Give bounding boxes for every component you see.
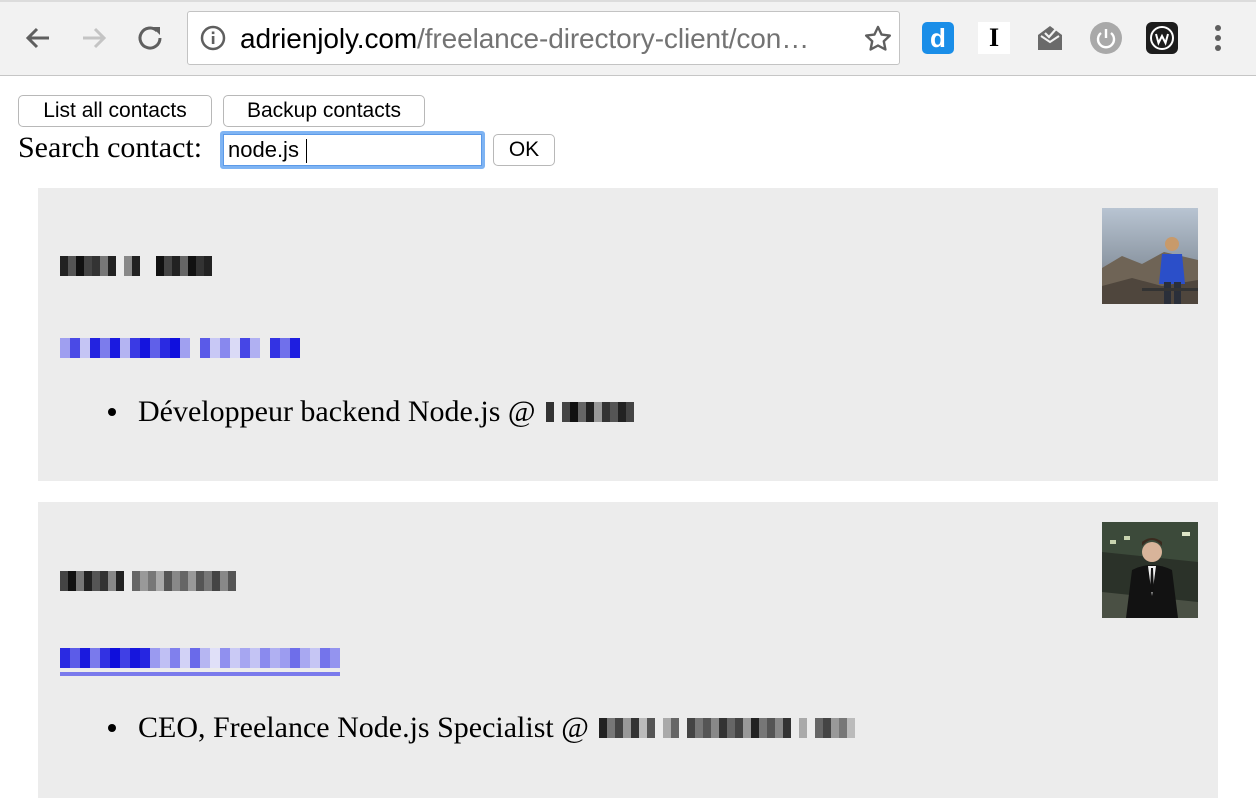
- ok-button[interactable]: OK: [493, 134, 555, 166]
- menu-dot: [1215, 25, 1221, 31]
- menu-dot: [1215, 35, 1221, 41]
- forward-button[interactable]: [76, 20, 112, 56]
- reload-button[interactable]: [132, 20, 168, 56]
- email-underline: [60, 672, 340, 676]
- power-extension-icon[interactable]: [1090, 22, 1122, 54]
- list-all-contacts-button[interactable]: List all contacts: [18, 95, 212, 127]
- reload-icon: [138, 26, 162, 50]
- extension-i-letter: I: [988, 23, 1000, 52]
- avatar: [1102, 522, 1198, 618]
- back-button[interactable]: [20, 20, 56, 56]
- browser-menu-button[interactable]: [1206, 22, 1230, 54]
- arrow-left-icon: [25, 27, 49, 49]
- avatar: [1102, 208, 1198, 304]
- url-text[interactable]: adrienjoly.com/freelance-directory-clien…: [240, 23, 809, 55]
- company-name-redacted: [598, 718, 855, 738]
- w-circle-icon: [1150, 26, 1174, 50]
- contact-email-link-redacted[interactable]: [60, 338, 300, 358]
- contact-photo: [1102, 522, 1198, 618]
- extension-d-letter: d: [930, 22, 946, 53]
- extension-w-icon[interactable]: [1146, 22, 1178, 54]
- envelope-icon: [1038, 26, 1062, 50]
- page-content: List all contacts Backup contacts Search…: [0, 77, 1256, 812]
- url-path: /freelance-directory-client/con…: [417, 23, 810, 54]
- contact-role-text: Développeur backend Node.js @: [138, 395, 536, 428]
- list-bullet: [108, 408, 116, 416]
- extension-i-icon[interactable]: I: [978, 22, 1010, 54]
- contact-email-link-redacted[interactable]: [60, 648, 340, 668]
- info-icon[interactable]: [200, 25, 226, 51]
- arrow-right-icon: [83, 27, 107, 49]
- contact-card: CEO, Freelance Node.js Specialist @: [38, 502, 1218, 798]
- contact-card: Développeur backend Node.js @: [38, 188, 1218, 481]
- contact-role: Développeur backend Node.js @: [138, 395, 634, 429]
- text-caret: [306, 139, 307, 163]
- company-name-redacted: [545, 402, 634, 422]
- menu-dot: [1215, 45, 1221, 51]
- search-label: Search contact:: [18, 131, 203, 164]
- search-input[interactable]: [220, 131, 485, 169]
- contact-photo: [1102, 208, 1198, 304]
- backup-contacts-button[interactable]: Backup contacts: [223, 95, 425, 127]
- extension-d-icon[interactable]: d: [922, 22, 954, 54]
- contact-role: CEO, Freelance Node.js Specialist @: [138, 711, 855, 745]
- tab-strip-edge: [0, 0, 1256, 2]
- address-bar[interactable]: adrienjoly.com/freelance-directory-clien…: [187, 11, 900, 65]
- power-icon: [1096, 29, 1116, 49]
- url-host: adrienjoly.com: [240, 23, 418, 54]
- bookmark-star-icon[interactable]: [863, 24, 893, 54]
- list-bullet: [108, 724, 116, 732]
- browser-toolbar: adrienjoly.com/freelance-directory-clien…: [0, 0, 1256, 76]
- contact-name-redacted: [60, 571, 236, 591]
- contact-role-text: CEO, Freelance Node.js Specialist @: [138, 711, 589, 744]
- mail-open-icon[interactable]: [1034, 22, 1066, 54]
- contact-name-redacted: [60, 256, 212, 276]
